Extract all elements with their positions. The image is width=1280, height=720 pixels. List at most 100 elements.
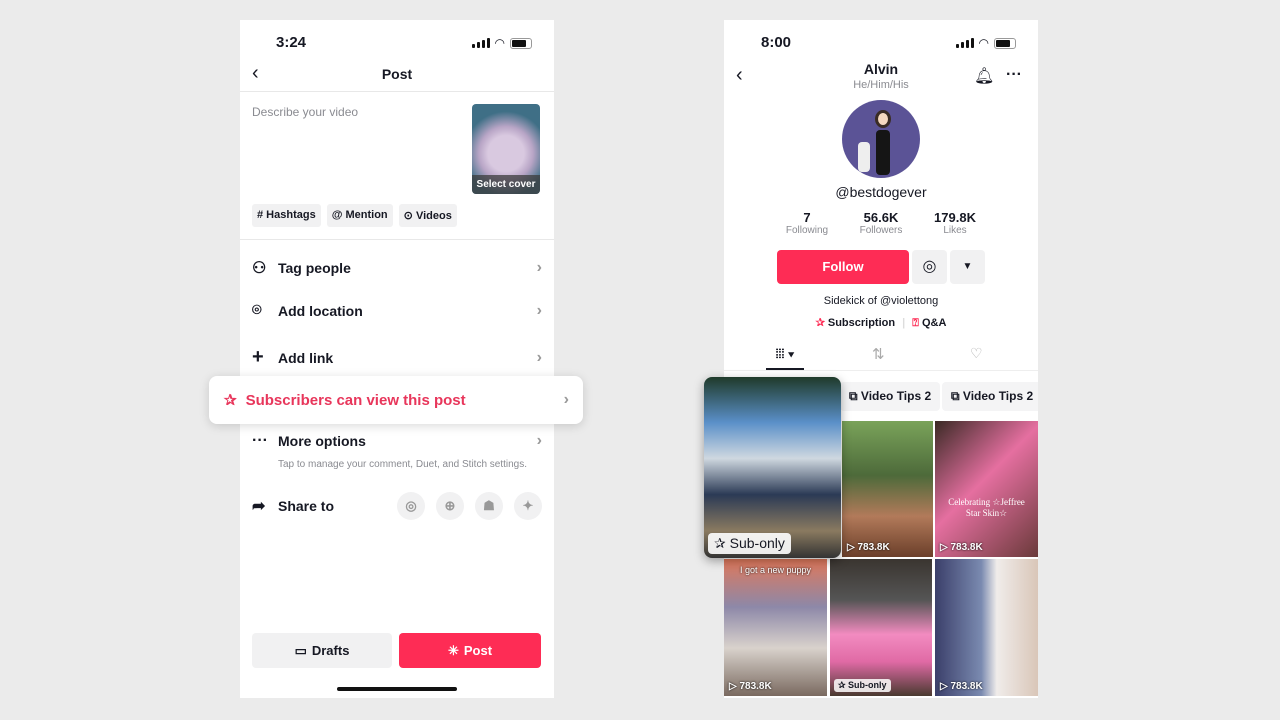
hidden-heart-icon: ♡ — [970, 345, 983, 361]
sparkle-icon: ✳ — [447, 642, 459, 658]
status-icons: ◠ — [471, 36, 532, 50]
chip-row: # Hashtags @ Mention ⊙ Videos — [252, 204, 457, 227]
hashtags-chip[interactable]: # Hashtags — [252, 204, 321, 227]
instagram-icon[interactable]: ◎ — [912, 250, 947, 284]
subscription-icon: ✰ — [714, 535, 730, 551]
wifi-icon: ◠ — [494, 36, 505, 50]
post-screen: 3:24 ◠ ‹ Post Describe your video Select… — [240, 20, 554, 698]
stats-row: 7 Following 56.6K Followers 179.8K Likes — [770, 210, 992, 236]
stat-value: 56.6K — [863, 210, 899, 225]
subscribers-option-label: Subscribers can view this post — [245, 391, 466, 409]
playlist-label: Video Tips 2 — [860, 389, 932, 403]
stat-value: 7 — [803, 210, 811, 225]
battery-icon — [510, 37, 532, 49]
playlist-icon: ⧉ — [849, 389, 861, 403]
signal-icon — [955, 38, 974, 48]
stat-following[interactable]: 7 Following — [770, 210, 844, 236]
video-views: ▷ 783.8K — [940, 542, 983, 553]
views-count: 783.8K — [857, 542, 890, 553]
chevron-right-icon: › — [536, 302, 542, 319]
playlist-chip[interactable]: ⧉ Video Tips 2 — [840, 382, 941, 411]
add-location-label: Add location — [278, 303, 363, 319]
more-options-row[interactable]: ··· More options › — [252, 432, 542, 450]
post-button[interactable]: ✳ Post — [399, 633, 541, 668]
playlist-chip[interactable]: ⧉ Video Tips 2 — [942, 382, 1038, 411]
drafts-label: Drafts — [311, 643, 350, 658]
video-views: ▷ 783.8K — [847, 542, 890, 553]
chevron-right-icon: › — [536, 348, 542, 366]
share-to-label: Share to — [278, 498, 335, 514]
videos-chip[interactable]: ⊙ Videos — [398, 204, 457, 227]
avatar — [842, 100, 920, 178]
profile-links: ✰ Subscription | ⍰ Q&A — [815, 317, 947, 329]
stat-followers[interactable]: 56.6K Followers — [844, 210, 918, 236]
video-caption: I got a new puppy — [739, 565, 812, 575]
views-count: 783.8K — [950, 542, 983, 553]
video-tile[interactable]: ▷ 783.8K — [935, 559, 1038, 696]
chevron-right-icon: › — [536, 259, 542, 276]
signal-icon — [471, 38, 490, 48]
tab-liked[interactable]: ♡ — [970, 345, 983, 362]
location-pin-icon: ⌾ — [252, 302, 262, 319]
add-link-row[interactable]: + Add link › — [252, 346, 542, 369]
stat-label: Followers — [859, 225, 903, 236]
subscription-icon: ✰ — [838, 680, 849, 690]
dropdown-arrow-icon[interactable]: ▼ — [950, 250, 985, 284]
chevron-right-icon: › — [563, 391, 569, 408]
tag-people-row[interactable]: ⚇ Tag people › — [252, 258, 542, 278]
divider — [240, 91, 554, 92]
sub-only-badge: ✰ Sub-only — [708, 533, 791, 554]
add-story-icon[interactable]: ⊕ — [436, 492, 464, 520]
subscription-icon: ✰ — [224, 392, 237, 409]
home-indicator — [337, 687, 457, 691]
cover-thumbnail[interactable]: Select cover — [472, 104, 540, 194]
featured-sub-only-video[interactable]: ✰ Sub-only — [704, 377, 841, 558]
video-caption: Celebrating ☆Jeffree Star Skin☆ — [948, 497, 1025, 518]
more-dots-icon: ··· — [252, 432, 268, 449]
qa-link[interactable]: ⍰ Q&A — [912, 317, 946, 329]
mention-chip[interactable]: @ Mention — [326, 204, 393, 227]
sub-only-label: Sub-only — [729, 535, 785, 551]
grid-icon: ⦙⦙⦙ ▾ — [775, 346, 795, 361]
status-icons: ◠ — [955, 36, 1016, 50]
page-title: Post — [381, 66, 413, 82]
wifi-icon: ◠ — [978, 36, 989, 50]
add-location-row[interactable]: ⌾ Add location › — [252, 302, 542, 320]
battery-icon — [994, 37, 1016, 49]
video-tile[interactable]: ▷ 783.8K — [842, 421, 933, 557]
plus-icon: + — [252, 346, 264, 368]
subscribers-option-row[interactable]: ✰ Subscribers can view this post › — [209, 376, 583, 424]
videos-chip-label: Videos — [415, 210, 452, 222]
tab-reposts[interactable]: ⇅ — [872, 345, 885, 363]
add-link-label: Add link — [278, 349, 334, 366]
bell-icon[interactable]: 🔔︎ — [974, 66, 994, 86]
subscription-link[interactable]: ✰ Subscription — [816, 317, 896, 329]
stat-likes[interactable]: 179.8K Likes — [918, 210, 992, 236]
description-input[interactable]: Describe your video — [252, 105, 358, 119]
repost-icon: ⇅ — [872, 346, 885, 363]
video-tile[interactable]: I got a new puppy ▷ 783.8K — [724, 559, 827, 696]
drafts-button[interactable]: ▭ Drafts — [252, 633, 392, 668]
snapchat-icon[interactable]: ☗ — [475, 492, 503, 520]
stat-label: Likes — [943, 225, 967, 236]
more-dots-icon[interactable]: ··· — [1006, 66, 1022, 84]
follow-button[interactable]: Follow — [777, 250, 909, 284]
video-tile[interactable]: Celebrating ☆Jeffree Star Skin☆ ▷ 783.8K — [935, 421, 1038, 557]
views-count: 783.8K — [950, 681, 983, 692]
select-cover-label: Select cover — [472, 175, 540, 194]
share-arrow-icon: ➦ — [252, 498, 266, 515]
profile-screen: 8:00 ◠ ‹ Alvin He/Him/His 🔔︎ ··· @bestdo… — [724, 20, 1038, 698]
status-time: 3:24 — [276, 34, 307, 51]
twitter-icon[interactable]: ✦ — [514, 492, 542, 520]
stat-label: Following — [785, 225, 829, 236]
video-tile[interactable]: ✰ Sub-only — [830, 559, 932, 696]
instagram-icon[interactable]: ◎ — [397, 492, 425, 520]
sub-only-badge: ✰ Sub-only — [834, 679, 891, 692]
subscription-label: Subscription — [827, 317, 896, 329]
username: @bestdogever — [835, 184, 927, 200]
drafts-icon: ▭ — [294, 642, 307, 658]
divider — [240, 239, 554, 240]
person-icon: ⚇ — [252, 260, 267, 277]
stat-value: 179.8K — [934, 210, 976, 225]
tab-videos[interactable]: ⦙⦙⦙ ▾ — [766, 346, 804, 370]
